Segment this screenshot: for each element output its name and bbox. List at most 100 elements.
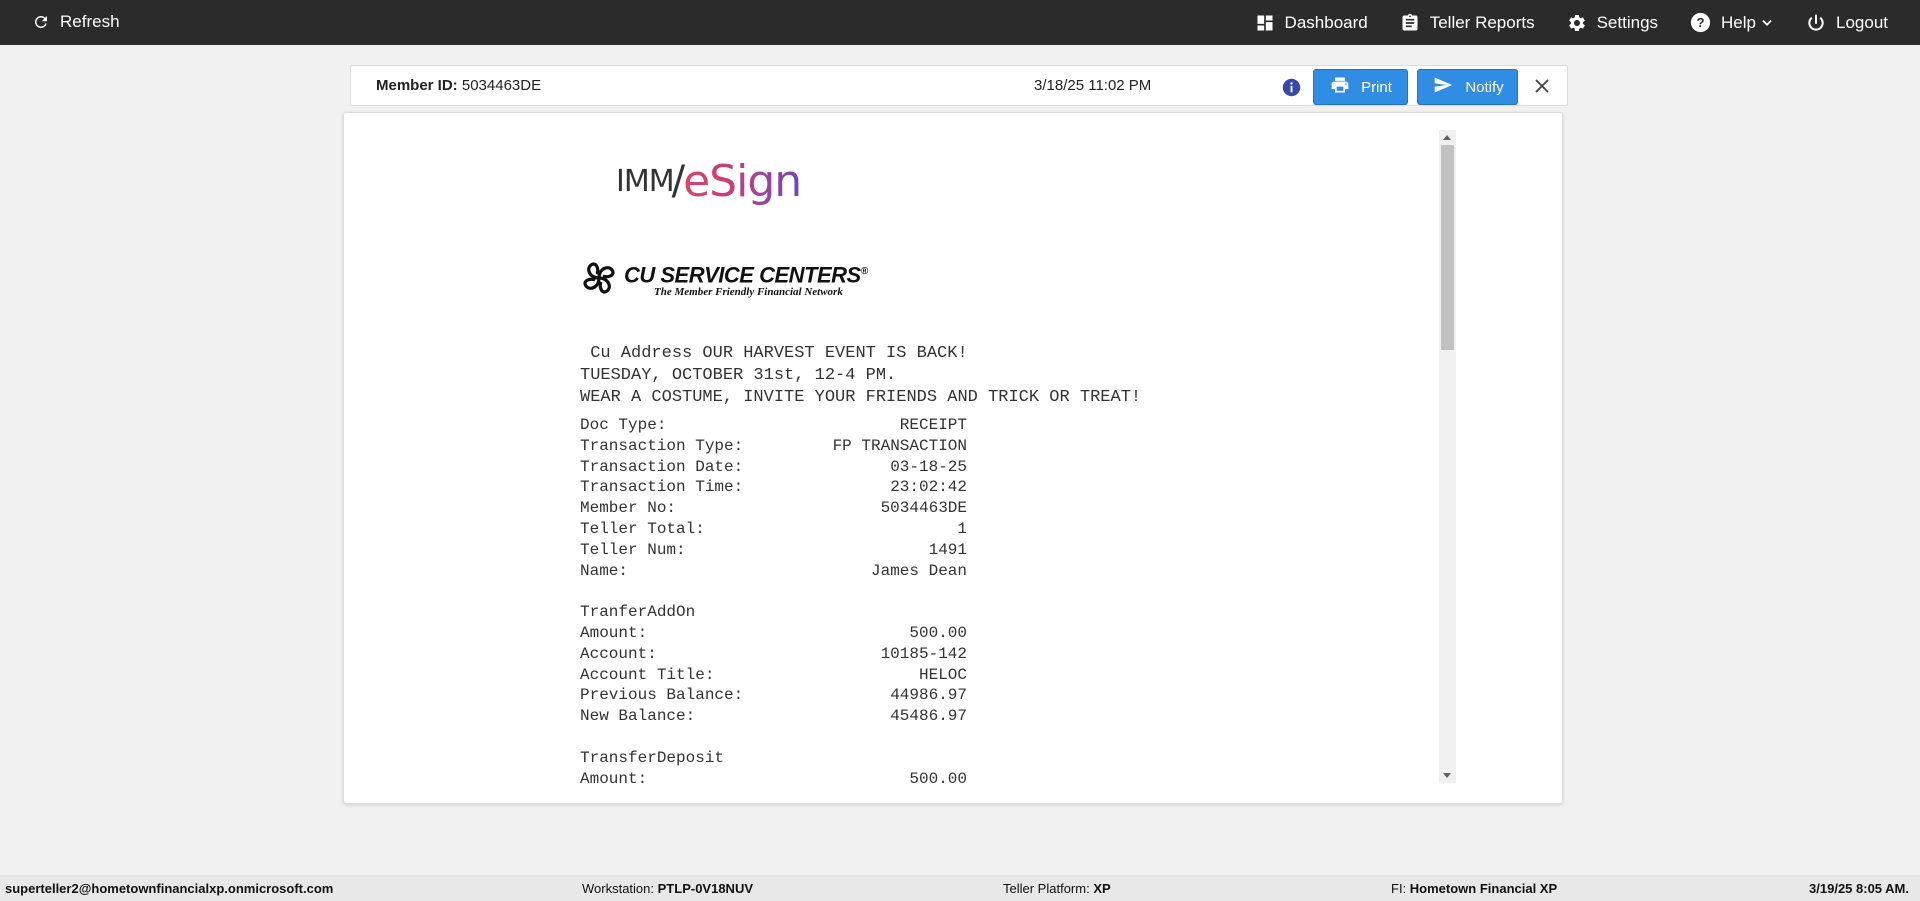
dashboard-label: Dashboard [1284, 12, 1368, 32]
field-label: Member No: [580, 499, 677, 518]
info-icon[interactable] [1282, 78, 1301, 102]
field-value: 1 [957, 519, 967, 538]
field-label: Teller Total: [580, 519, 705, 538]
status-platform-label: Teller Platform: [1003, 881, 1090, 896]
section-title: TranferAddOn [580, 602, 967, 623]
receipt-message: Cu Address OUR HARVEST EVENT IS BACK! TUE… [580, 343, 1141, 409]
section-title-text: TransferDeposit [580, 748, 725, 767]
close-icon[interactable] [1533, 77, 1551, 100]
scrollbar-thumb[interactable] [1441, 145, 1454, 350]
refresh-icon [32, 13, 50, 31]
section-title: TransferDeposit [580, 748, 967, 769]
receipt-row: Previous Balance: 44986.97 [580, 685, 967, 706]
message-line: TUESDAY, OCTOBER 31st, 12-4 PM. [580, 366, 897, 385]
cu-logo-tagline: The Member Friendly Financial Network [654, 286, 843, 299]
settings-button[interactable]: Settings [1567, 13, 1658, 33]
row-spacer [580, 727, 967, 748]
field-value: 10185-142 [880, 644, 967, 663]
field-label: Amount: [580, 623, 648, 642]
field-label: Transaction Type: [580, 436, 744, 455]
svg-text:?: ? [1697, 15, 1705, 30]
field-value: FP TRANSACTION [832, 436, 967, 455]
receipt-row: Transaction Type: FP TRANSACTION [580, 436, 967, 457]
settings-label: Settings [1596, 12, 1659, 32]
scroll-down-arrow-icon[interactable] [1443, 773, 1451, 778]
status-workstation-label: Workstation: [582, 881, 655, 896]
notify-button[interactable]: Notify [1417, 69, 1518, 105]
status-user: superteller2@hometownfinancialxp.onmicro… [5, 881, 333, 896]
receipt-row: Teller Num: 1491 [580, 540, 967, 561]
member-id-value: 5034463DE [461, 77, 542, 94]
cu-logo-registered: ® [860, 265, 868, 277]
receipt-row: Name: James Dean [580, 561, 967, 582]
scroll-up-arrow-icon[interactable] [1443, 135, 1451, 140]
receipt-document: IMM / eSign CU SERVICE CENTERS® The Memb… [344, 113, 1452, 793]
field-label: Teller Num: [580, 540, 686, 559]
field-label: Previous Balance: [580, 686, 744, 705]
status-datetime: 3/19/25 8:05 AM. [1809, 881, 1909, 896]
dashboard-icon [1255, 13, 1275, 33]
notify-label: Notify [1465, 78, 1504, 96]
status-workstation-value: PTLP-0V18NUV [657, 881, 754, 896]
teller-reports-button[interactable]: Teller Reports [1400, 13, 1535, 33]
receipt-row: Doc Type: RECEIPT [580, 415, 967, 436]
field-value: 45486.97 [890, 707, 967, 726]
member-id: Member ID: 5034463DE [376, 77, 541, 94]
gear-icon [1567, 13, 1587, 33]
field-label: Account: [580, 644, 657, 663]
message-line: Cu Address OUR HARVEST EVENT IS BACK! [580, 344, 968, 363]
print-button[interactable]: Print [1313, 69, 1408, 105]
cu-swirl-icon [580, 258, 618, 303]
field-value: 03-18-25 [890, 457, 967, 476]
field-label: Doc Type: [580, 416, 667, 434]
receipt-row: Member No: 5034463DE [580, 498, 967, 519]
logo-imm-text: IMM [616, 163, 675, 199]
cu-service-centers-logo: CU SERVICE CENTERS® The Member Friendly … [580, 258, 868, 302]
receipt-row: Account: 10185-142 [580, 644, 967, 665]
help-label: Help [1721, 12, 1756, 32]
field-value: 500.00 [909, 623, 967, 642]
status-fi: FI: Hometown Financial XP [1391, 881, 1557, 896]
dashboard-button[interactable]: Dashboard [1255, 13, 1368, 33]
refresh-button[interactable]: Refresh [32, 12, 120, 32]
logout-label: Logout [1836, 12, 1888, 32]
chevron-down-icon [1760, 16, 1774, 30]
document-viewer: IMM / eSign CU SERVICE CENTERS® The Memb… [343, 112, 1563, 804]
cu-logo-main-text: CU SERVICE CENTERS [624, 262, 861, 288]
receipt-row: Account Title: HELOC [580, 665, 967, 686]
cu-logo-main: CU SERVICE CENTERS® [624, 261, 868, 286]
status-fi-value: Hometown Financial XP [1409, 881, 1558, 896]
print-label: Print [1361, 78, 1392, 96]
logout-button[interactable]: Logout [1806, 13, 1888, 33]
receipt-row: Transaction Time: 23:02:42 [580, 477, 967, 498]
document-header: Member ID: 5034463DE 3/18/25 11:02 PM Pr… [350, 65, 1568, 106]
status-bar: superteller2@hometownfinancialxp.onmicro… [0, 875, 1920, 901]
field-value: HELOC [918, 665, 967, 684]
receipt-row: Transaction Date: 03-18-25 [580, 457, 967, 478]
status-platform: Teller Platform: XP [1003, 881, 1111, 896]
field-value: 44986.97 [890, 686, 967, 705]
receipt-row: Amount: 500.00 [580, 623, 967, 644]
receipt-fields: Doc Type: RECEIPT Transaction Type: FP TRA… [580, 415, 967, 789]
document-datetime: 3/18/25 11:02 PM [1034, 77, 1152, 94]
power-icon [1806, 13, 1826, 33]
field-label: New Balance: [580, 707, 696, 726]
imm-esign-logo: IMM / eSign [616, 153, 802, 209]
help-menu-button[interactable]: ? Help [1690, 12, 1774, 33]
field-value: 1491 [928, 540, 967, 559]
clipboard-icon [1400, 13, 1420, 33]
top-nav-bar: Refresh Dashboard Teller Reports Setting… [0, 0, 1920, 45]
receipt-row: New Balance: 45486.97 [580, 706, 967, 727]
status-fi-label: FI: [1391, 881, 1407, 896]
status-platform-value: XP [1093, 881, 1111, 896]
document-scrollbar[interactable] [1439, 130, 1456, 783]
status-workstation: Workstation: PTLP-0V18NUV [582, 881, 753, 896]
field-label: Amount: [580, 769, 648, 788]
row-spacer [580, 581, 967, 602]
field-value: 5034463DE [880, 499, 967, 518]
refresh-label: Refresh [60, 12, 120, 31]
nav-menu: Dashboard Teller Reports Settings ? Help [1255, 0, 1888, 45]
field-value: 23:02:42 [890, 478, 967, 497]
field-label: Transaction Date: [580, 457, 744, 476]
printer-icon [1329, 75, 1351, 99]
